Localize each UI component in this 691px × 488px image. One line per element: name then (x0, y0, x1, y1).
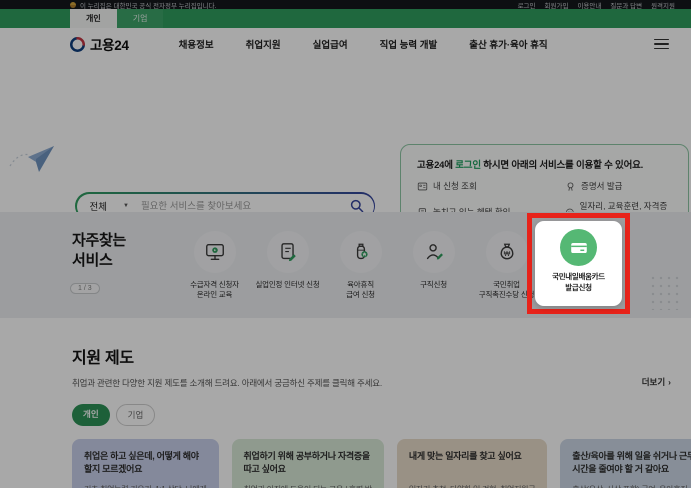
support-card-job-matching[interactable]: 내게 맞는 일자리를 찾고 싶어요 일자리 추천, 다양한 일 경험, 취업지원… (396, 439, 548, 488)
menu-icon[interactable] (654, 38, 669, 50)
utility-link-faq[interactable]: 질문과 답변 (610, 0, 642, 10)
document-pencil-icon (280, 243, 296, 262)
utility-link-guide[interactable]: 이용안내 (577, 0, 601, 10)
paper-plane-icon (9, 146, 54, 172)
service-parental-leave-benefit[interactable]: 육아휴직 급여 신청 (324, 231, 397, 300)
support-programs-section: 지원 제도 취업과 관련한 다양한 지원 제도를 소개해 드려요. 아래에서 궁… (0, 318, 691, 488)
logo-text: 고용24 (90, 38, 129, 53)
hero-section: 전체 ▼ 추천검색어 실업급여 (0, 60, 691, 278)
support-cards: 취업은 하고 싶은데, 어떻게 해야 할지 모르겠어요 기초 취업능력 키우기,… (72, 439, 691, 488)
support-tabs: 개인 기업 (72, 404, 657, 426)
person-pencil-icon (426, 244, 443, 260)
support-title: 지원 제도 (72, 350, 134, 367)
support-tab-business[interactable]: 기업 (115, 404, 156, 426)
money-bag-icon: ₩ (500, 243, 513, 260)
search-category-dropdown[interactable]: 전체 ▼ (90, 199, 129, 213)
login-link[interactable]: 로그인 (455, 160, 481, 171)
search-category-value: 전체 (89, 202, 107, 213)
logo[interactable]: 고용24 (70, 34, 129, 54)
utility-link-remote[interactable]: 원격지원 (651, 0, 675, 10)
tab-business[interactable]: 기업 (116, 9, 164, 28)
search-icon[interactable] (350, 199, 364, 213)
login-panel-title: 고용24에 로그인 하시면 아래의 서비스를 이용할 수 있어요. (417, 160, 644, 171)
tab-personal[interactable]: 개인 (70, 9, 117, 28)
employment24-homepage: 이 누리집은 대한민국 공식 전자정부 누리집입니다. 로그인 회원가입 이용안… (0, 0, 691, 488)
gov-emblem-icon (70, 1, 76, 8)
baby-bottle-icon (356, 243, 368, 260)
carousel-pagination[interactable]: 1 / 3 (70, 283, 100, 294)
utility-link-signup[interactable]: 회원가입 (545, 0, 569, 10)
service-unemployment-recognition[interactable]: 실업인정 인터넷 신청 (251, 231, 324, 300)
main-nav: 채용정보 취업지원 실업급여 직업 능력 개발 출산 휴가·육아 휴직 (179, 37, 548, 51)
support-card-career-guidance[interactable]: 취업은 하고 싶은데, 어떻게 해야 할지 모르겠어요 기초 취업능력 키우기,… (72, 439, 219, 488)
search-input[interactable] (140, 200, 350, 212)
support-card-maternity-childcare[interactable]: 출산/육아를 위해 일을 쉬거나 근무 시간을 줄여야 할 거 같아요 출산(유… (560, 439, 691, 488)
frequent-services-title: 자주찾는 서비스 (72, 232, 127, 269)
nav-maternity-parental-leave[interactable]: 출산 휴가·육아 휴직 (469, 37, 547, 51)
support-tab-personal[interactable]: 개인 (72, 404, 110, 426)
dot-pattern-decoration (649, 274, 683, 310)
nav-employment-support[interactable]: 취업지원 (246, 37, 281, 51)
monitor-education-icon (205, 243, 224, 261)
utility-link-login[interactable]: 로그인 (518, 0, 536, 10)
card-circle (560, 229, 597, 266)
more-link[interactable]: 더보기 › (642, 376, 671, 388)
service-tomorrow-learning-card[interactable]: 국민내일배움카드 발급신청 (535, 221, 622, 306)
user-type-tabs: 개인 기업 (0, 9, 691, 28)
nav-unemployment-benefits[interactable]: 실업급여 (313, 37, 348, 51)
credit-card-icon (570, 242, 587, 253)
chevron-down-icon: ▼ (122, 203, 129, 209)
service-job-application[interactable]: 구직신청 (397, 231, 470, 300)
nav-jobs[interactable]: 채용정보 (179, 37, 214, 51)
id-card-icon (417, 182, 428, 190)
utility-links: 로그인 회원가입 이용안내 질문과 답변 원격지원 (518, 0, 675, 10)
nav-vocational-development[interactable]: 직업 능력 개발 (380, 37, 438, 51)
service-online-education[interactable]: 수급자격 신청자 온라인 교육 (178, 231, 251, 300)
service-shortcuts: 수급자격 신청자 온라인 교육 실업인정 인터넷 신청 육아휴직 급여 신청 구… (178, 231, 543, 300)
chevron-right-icon: › (668, 377, 671, 387)
gov-banner: 이 누리집은 대한민국 공식 전자정부 누리집입니다. 로그인 회원가입 이용안… (0, 0, 691, 10)
svg-text:₩: ₩ (503, 251, 510, 258)
site-header: 고용24 채용정보 취업지원 실업급여 직업 능력 개발 출산 휴가·육아 휴직 (0, 28, 691, 60)
support-subtitle: 취업과 관련한 다양한 지원 제도를 소개해 드려요. 아래에서 궁금하신 주제… (72, 378, 383, 388)
frequent-services-section: 자주찾는 서비스 1 / 3 수급자격 신청자 온라인 교육 실업인정 인터넷 … (0, 212, 691, 318)
benefit-certificate: 증명서 발급 (565, 180, 672, 192)
certificate-icon (567, 181, 574, 191)
moel-emblem-icon (70, 36, 85, 52)
support-card-study-certificates[interactable]: 취업하기 위해 공부하거나 자격증을 따고 싶어요 취업과 이직에 도움이 되는… (231, 439, 384, 488)
highlight-annotation-box: 국민내일배움카드 발급신청 (527, 213, 630, 314)
benefit-my-applications: 내 신청 조회 (417, 180, 565, 192)
